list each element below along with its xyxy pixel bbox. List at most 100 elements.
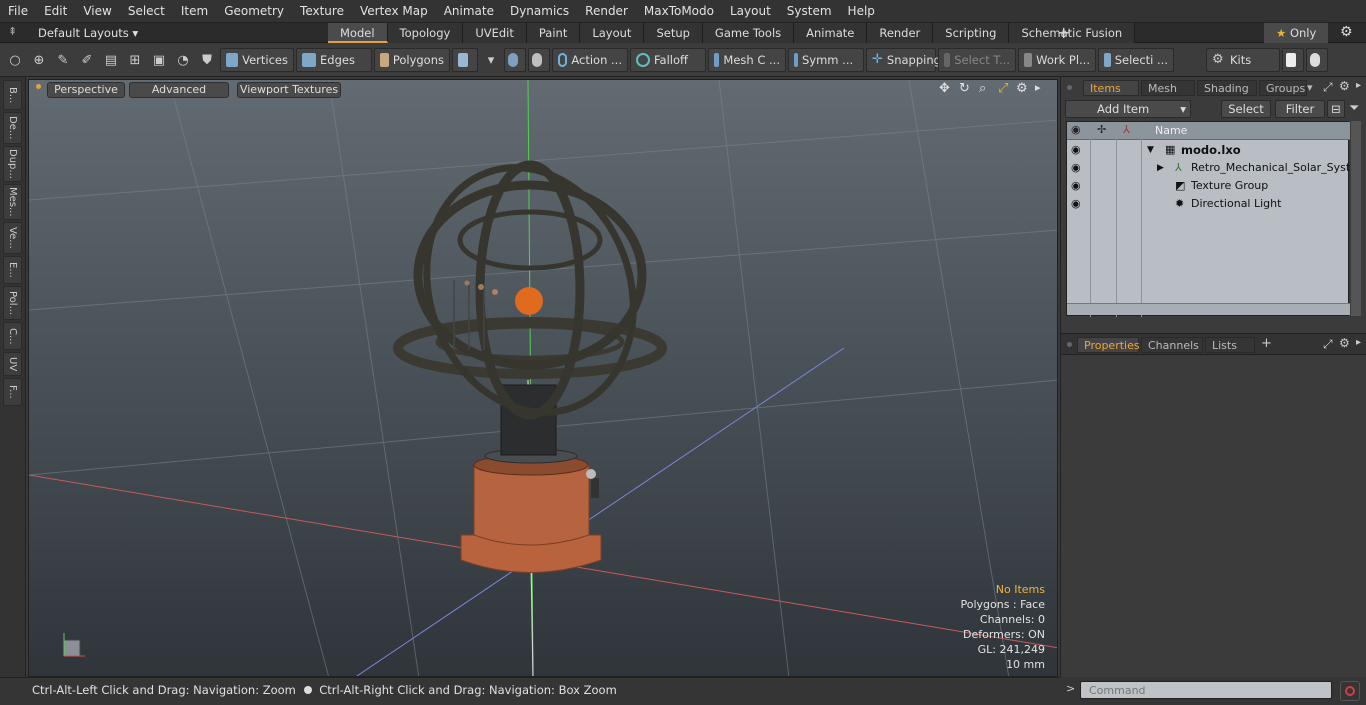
tree-row-light[interactable]: ◉ ✹ Directional Light	[1067, 195, 1350, 213]
left-tab-basic[interactable]: B...	[3, 80, 22, 110]
tab-shading[interactable]: Shading	[1197, 80, 1257, 96]
polygons-button[interactable]: Polygons	[374, 48, 450, 72]
align-icon[interactable]: ▤	[100, 48, 122, 72]
layout-selector[interactable]: Default Layouts ▾	[38, 26, 138, 40]
tab-schematic-fusion[interactable]: Schematic Fusion	[1009, 23, 1136, 43]
tab-topology[interactable]: Topology	[387, 23, 464, 43]
select-button[interactable]: Select	[1221, 100, 1271, 118]
viewport-expand-icon[interactable]: ▸	[1035, 81, 1041, 94]
tab-uvedit[interactable]: UVEdit	[463, 23, 527, 43]
menu-vertex-map[interactable]: Vertex Map	[352, 0, 436, 22]
menu-layout[interactable]: Layout	[722, 0, 779, 22]
maximize-icon[interactable]: ⤢	[1323, 80, 1333, 95]
add-item-button[interactable]: Add Item ▾	[1065, 100, 1191, 118]
add-tab-icon[interactable]: +	[1057, 23, 1070, 43]
expand-down-icon[interactable]: ▼	[1147, 141, 1154, 159]
item-list-vscrollbar[interactable]	[1351, 121, 1361, 316]
rotate-view-icon[interactable]: ↻	[959, 81, 970, 96]
expand-right-icon[interactable]: ▶	[1157, 159, 1164, 177]
menu-animate[interactable]: Animate	[436, 0, 502, 22]
gear-icon[interactable]: ⚙	[1340, 24, 1353, 40]
left-tab-deform[interactable]: De...	[3, 112, 22, 144]
tab-setup[interactable]: Setup	[644, 23, 703, 43]
menu-view[interactable]: View	[75, 0, 119, 22]
fit-view-icon[interactable]: ⤢	[998, 81, 1008, 96]
work-plane-button[interactable]: Work Pl...	[1018, 48, 1096, 72]
mesh-constraint-button[interactable]: Mesh C ...	[708, 48, 786, 72]
tab-properties[interactable]: Properties	[1077, 337, 1140, 353]
vertices-button[interactable]: Vertices	[220, 48, 294, 72]
tree-row-texture-group[interactable]: ◉ ◩ Texture Group	[1067, 177, 1350, 195]
shield-icon[interactable]: ⛊	[196, 48, 218, 72]
perspective-button[interactable]: Perspective	[47, 82, 125, 98]
collapse-arrow-icon[interactable]: ⇞	[8, 25, 17, 38]
eye-icon[interactable]: ◉	[1071, 159, 1083, 174]
menu-edit[interactable]: Edit	[36, 0, 75, 22]
falloff-button[interactable]: Falloff	[630, 48, 706, 72]
props-arrow-icon[interactable]: ▸	[1356, 337, 1361, 348]
brush-icon[interactable]: ✐	[76, 48, 98, 72]
tab-game-tools[interactable]: Game Tools	[702, 23, 795, 43]
selection-sets-button[interactable]: Selecti ...	[1098, 48, 1174, 72]
kits-button[interactable]: ⚙ Kits	[1206, 48, 1280, 72]
grid-icon[interactable]: ⊞	[124, 48, 146, 72]
left-tab-curve[interactable]: C...	[3, 322, 22, 350]
globe-icon[interactable]: ⊕	[28, 48, 50, 72]
left-tab-polygon[interactable]: Pol...	[3, 286, 22, 320]
frame-icon[interactable]: ▣	[148, 48, 170, 72]
pen-icon[interactable]: ✎	[52, 48, 74, 72]
advanced-button[interactable]: Advanced	[129, 82, 229, 98]
tab-items[interactable]: Items	[1083, 80, 1139, 96]
command-input[interactable]	[1080, 681, 1332, 699]
filter-button[interactable]: Filter	[1275, 100, 1325, 118]
menu-help[interactable]: Help	[840, 0, 883, 22]
props-gear-icon[interactable]: ⚙	[1339, 336, 1350, 350]
left-tab-vertex[interactable]: Ve...	[3, 222, 22, 254]
tab-render[interactable]: Render	[867, 23, 934, 43]
funnel-icon[interactable]: ⏷	[1349, 101, 1359, 116]
unity-button[interactable]	[1282, 48, 1304, 72]
only-toggle[interactable]: ★ Only	[1264, 23, 1328, 43]
zoom-view-icon[interactable]: ⌕	[979, 81, 986, 96]
panel-arrow-icon[interactable]: ▸	[1356, 80, 1361, 91]
tab-animate[interactable]: Animate	[794, 23, 868, 43]
menu-render[interactable]: Render	[577, 0, 636, 22]
tab-channels[interactable]: Channels	[1141, 337, 1203, 353]
menu-maxtomodo[interactable]: MaxToModo	[636, 0, 722, 22]
menu-system[interactable]: System	[779, 0, 840, 22]
viewport-gear-icon[interactable]: ⚙	[1016, 81, 1028, 96]
tab-model[interactable]: Model	[328, 23, 388, 43]
material-mode-button[interactable]	[504, 48, 526, 72]
symmetry-button[interactable]: Symm ...	[788, 48, 864, 72]
eye-icon[interactable]: ◉	[1071, 177, 1083, 192]
left-tab-uv[interactable]: UV	[3, 352, 22, 376]
tab-scripting[interactable]: Scripting	[933, 23, 1010, 43]
item-mode-button[interactable]	[452, 48, 478, 72]
tree-row-scene[interactable]: ◉ ▼ ▦ modo.lxo	[1067, 141, 1350, 159]
left-tab-edge[interactable]: E...	[3, 256, 22, 284]
3d-viewport[interactable]: Perspective Advanced Viewport Textures ✥…	[28, 79, 1058, 677]
edges-button[interactable]: Edges	[296, 48, 372, 72]
snapping-button[interactable]: ✛ Snapping	[866, 48, 941, 72]
chevron-down-icon[interactable]: ▾	[480, 48, 502, 72]
props-maximize-icon[interactable]: ⤢	[1323, 337, 1333, 352]
move-view-icon[interactable]: ✥	[939, 81, 950, 96]
unreal-button[interactable]	[1306, 48, 1328, 72]
pivot-mode-button[interactable]	[528, 48, 550, 72]
timer-icon[interactable]: ◔	[172, 48, 194, 72]
select-through-button[interactable]: Select T...	[938, 48, 1016, 72]
eye-icon[interactable]: ◉	[1071, 141, 1083, 156]
tab-paint[interactable]: Paint	[526, 23, 581, 43]
left-tab-fusion[interactable]: F...	[3, 378, 22, 406]
tab-mesh[interactable]: Mesh ...	[1141, 80, 1195, 111]
collapse-icon[interactable]: ⊟	[1327, 100, 1345, 118]
tabs-more-icon[interactable]: ▾	[1307, 81, 1313, 94]
item-list-hscrollbar[interactable]	[1067, 303, 1350, 315]
tree-row-mesh[interactable]: ◉ ▶ ⅄ Retro_Mechanical_Solar_Syst...	[1067, 159, 1361, 177]
eye-icon[interactable]: ◉	[1071, 195, 1083, 210]
record-button[interactable]	[1340, 681, 1360, 701]
menu-texture[interactable]: Texture	[292, 0, 352, 22]
panel-gear-icon[interactable]: ⚙	[1339, 79, 1350, 93]
left-tab-mesh[interactable]: Mes...	[3, 184, 22, 220]
tab-layout[interactable]: Layout	[580, 23, 645, 43]
